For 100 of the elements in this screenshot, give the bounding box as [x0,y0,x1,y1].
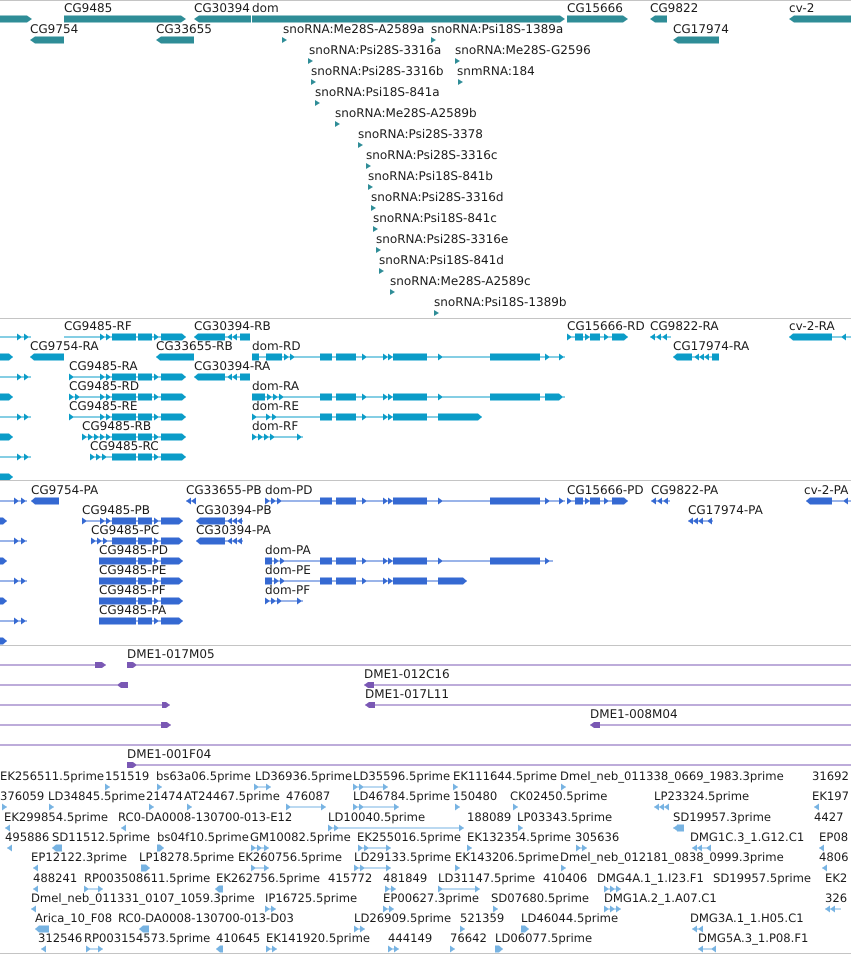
gene-label: snoRNA:Psi28S-3316c [366,148,498,162]
clone-label: DME1-012C16 [364,667,450,681]
est-label: 151519 [105,769,150,783]
protein-label: dom-PE [265,563,311,577]
gene-label: CG30394 [194,1,250,15]
transcript-label: CG9485-RE [69,399,138,413]
protein-label: CG9754-PA [31,483,98,497]
gene-label: snoRNA:Me28S-A2589c [390,274,531,288]
transcript-label: CG30394-RA [194,359,270,373]
est-label: IP16725.5prime [265,890,358,905]
est-label: 4427 [814,810,844,824]
est-label: 31692 [812,769,849,783]
est-label: LD10040.5prime [328,810,426,824]
protein-label: CG30394-PB [196,503,272,517]
est-label: LD46044.5prime [521,911,618,926]
protein-label: dom-PF [265,583,310,597]
est-label: EK141920.5prime [266,931,370,946]
est-label: RP003154573.5prime [84,931,210,946]
est-label: EP00627.3prime [383,890,480,905]
gene-label: snoRNA:Psi18S-1389b [434,295,567,309]
est-label: SD19957.3prime [673,810,772,824]
transcript-label: CG9485-RF [64,319,132,333]
est-label: EK262756.5prime [216,870,320,884]
gene-label: snmRNA:184 [457,64,535,78]
est-label: LD34845.5prime [48,789,146,804]
est-label: Dmel_neb_011331_0107_1059.3prime [31,890,255,905]
est-label: RC0-DA0008-130700-013-E12 [118,810,292,824]
transcript-label: CG9485-RD [69,379,140,393]
gene-label: CG9754 [30,22,78,36]
est-label: EP12122.3prime [31,850,128,864]
est-label: EK260756.5prime [238,850,342,864]
gene-label: snoRNA:Psi18S-841c [373,211,497,225]
est-label: 326 [825,890,848,905]
est-label: 495886 [5,830,50,844]
gene-label: dom [252,1,279,15]
est-label: 4806 [819,850,849,864]
est-label: LD46784.5prime [353,789,450,804]
gene-label: CG9485 [64,1,112,15]
transcript-label: dom-RF [252,419,298,433]
est-label: LD31147.5prime [438,870,536,884]
clone-label: DME1-017L11 [365,687,449,701]
est-label: bs63a06.5prime [156,769,251,783]
est-label: 521359 [460,911,504,926]
protein-label: CG17974-PA [688,503,763,517]
clone-label: DME1-001F04 [127,747,212,761]
protein-label: CG9485-PB [82,503,150,517]
protein-label: dom-PD [265,483,312,497]
protein-label: CG9485-PF [99,583,166,597]
gene-label: snoRNA:Me28S-G2596 [455,43,591,57]
est-label: LD06077.5prime [495,931,592,946]
transcript-label: CG9485-RA [69,359,138,373]
est-label: LD36936.5prime [255,769,352,783]
transcript-label: dom-RA [252,379,300,393]
est-label: 481849 [383,870,428,884]
protein-label: CG30394-PA [196,523,271,537]
est-label: LD29133.5prime [354,850,452,864]
gene-label: CG17974 [673,22,729,36]
transcript-label: CG9485-RB [82,419,152,433]
est-label: Dmel_neb_012181_0838_0999.3prime [560,850,784,864]
gene-label: CG33655 [156,22,212,36]
est-label: EK111644.5prime [453,769,558,783]
est-label: DMG1C.3_1.G12.C1 [690,830,804,844]
protein-label: dom-PA [265,543,311,557]
gene-label: snoRNA:Psi28S-3316d [371,190,504,204]
gene-label: snoRNA:Psi18S-841d [379,253,504,267]
protein-label: CG15666-PD [567,483,644,497]
est-label: AT24467.5prime [184,789,280,804]
est-label: 76642 [450,931,487,946]
clone-label: DME1-008M04 [590,707,678,721]
est-label: EK2 [825,870,848,884]
gene-label: snoRNA:Psi18S-1389a [431,22,564,36]
est-label: DMG3A.1_1.H05.C1 [690,911,804,926]
est-label: 410406 [543,870,588,884]
protein-label: CG9485-PC [91,523,160,537]
est-label: LP03343.5prime [517,810,612,824]
est-label: SD07680.5prime [491,890,590,905]
est-label: 305636 [575,830,620,844]
est-label: Dmel_neb_011338_0669_1983.3prime [560,769,784,783]
est-label: SD19957.5prime [713,870,812,884]
est-label: 376059 [0,789,44,804]
est-label: 188089 [467,810,512,824]
transcript-label: CG9754-RA [30,339,99,353]
gene-label: snoRNA:Me28S-A2589b [335,106,477,120]
est-label: RC0-DA0008-130700-013-D03 [118,911,294,926]
transcript-label: CG9485-RC [90,439,159,453]
est-label: RP003508611.5prime [84,870,210,884]
est-label: 476087 [286,789,330,804]
transcript-label: CG30394-RB [194,319,271,333]
est-label: DMG4A.1_1.I23.F1 [597,870,704,884]
est-label: bs04f10.5prime [157,830,249,844]
gene-label: snoRNA:Psi18S-841b [368,169,493,183]
est-label: EK299854.5prime [4,810,108,824]
est-label: DMG1A.2_1.A07.C1 [604,890,717,905]
gene-label: snoRNA:Psi28S-3316b [311,64,444,78]
transcript-label: CG9822-RA [650,319,719,333]
protein-label: CG9485-PA [99,603,166,617]
transcript-label: dom-RE [252,399,299,413]
est-label: LP23324.5prime [654,789,750,804]
gene-label: snoRNA:Me28S-A2589a [283,22,424,36]
est-label: GM10082.5prime [250,830,351,844]
